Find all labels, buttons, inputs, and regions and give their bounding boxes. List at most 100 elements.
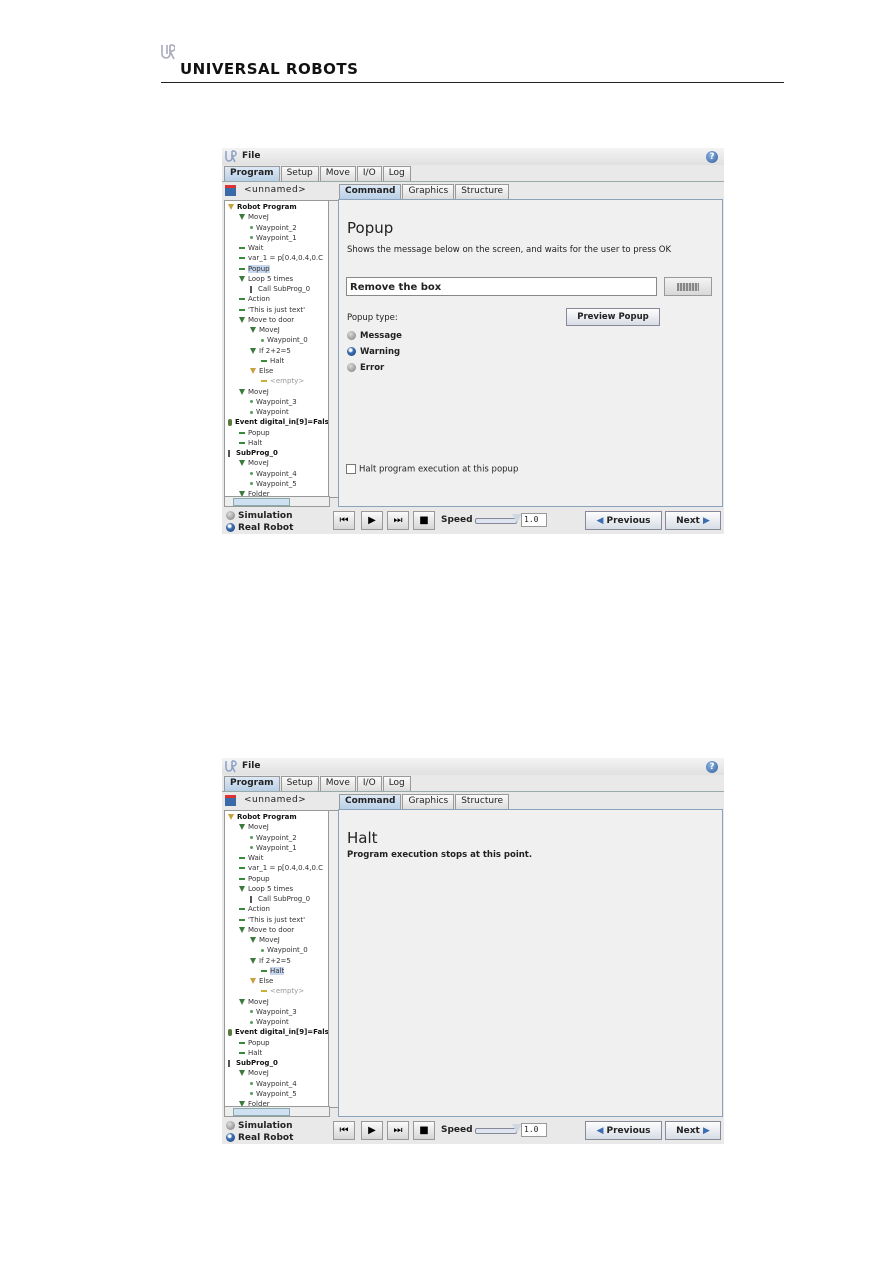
tree-item[interactable]: Action <box>239 294 270 304</box>
tree-item[interactable]: Move to door <box>239 925 294 935</box>
tree-item[interactable]: Loop 5 times <box>239 884 293 894</box>
tree-item[interactable]: Halt <box>239 438 262 448</box>
radio-error[interactable]: Error <box>347 363 384 373</box>
speed-slider[interactable] <box>475 518 517 524</box>
tree-item[interactable]: If 2+2=5 <box>250 346 291 356</box>
tree-item[interactable]: Action <box>239 904 270 914</box>
tree-item[interactable]: Popup <box>239 264 270 274</box>
radio-button-icon[interactable] <box>347 347 356 356</box>
radio-button-icon[interactable] <box>347 363 356 372</box>
radio-button-icon[interactable] <box>226 1133 235 1142</box>
tree-item[interactable]: Waypoint_4 <box>250 469 297 479</box>
tab-structure[interactable]: Structure <box>455 794 510 809</box>
tab-io[interactable]: I/O <box>356 166 382 181</box>
tree-item[interactable]: Waypoint <box>250 1017 289 1027</box>
radio-button-icon[interactable] <box>226 1121 235 1130</box>
tree-item[interactable]: Else <box>250 366 273 376</box>
radio-button-icon[interactable] <box>226 523 235 532</box>
tab-log[interactable]: Log <box>382 166 411 181</box>
help-icon[interactable]: ? <box>706 761 718 773</box>
stop-button[interactable]: ■ <box>413 1121 435 1140</box>
tree-item[interactable]: <empty> <box>261 376 304 386</box>
tree-item[interactable]: Wait <box>239 853 263 863</box>
tab-setup[interactable]: Setup <box>280 776 319 791</box>
speed-value[interactable]: 1.0 <box>521 1123 547 1137</box>
help-icon[interactable]: ? <box>706 151 718 163</box>
tree-item[interactable]: Halt <box>261 356 284 366</box>
tree-item[interactable]: Halt <box>261 966 285 976</box>
radio-button-icon[interactable] <box>347 331 356 340</box>
rewind-button[interactable]: ⏮ <box>333 511 355 530</box>
tree-item[interactable]: Move to door <box>239 315 294 325</box>
tree-item[interactable]: Waypoint_0 <box>261 945 308 955</box>
stop-button[interactable]: ■ <box>413 511 435 530</box>
tab-move[interactable]: Move <box>319 776 356 791</box>
tree-item[interactable]: Waypoint_5 <box>250 1089 297 1099</box>
tree-item[interactable]: MoveJ <box>250 935 280 945</box>
tree-item[interactable]: Waypoint_1 <box>250 843 297 853</box>
mode-simulation[interactable]: Simulation <box>226 511 293 521</box>
tab-structure[interactable]: Structure <box>455 184 510 199</box>
tree-item[interactable]: MoveJ <box>250 325 280 335</box>
tree-item[interactable]: Call SubProg_0 <box>250 894 310 904</box>
tree-item[interactable]: Waypoint_0 <box>261 335 308 345</box>
tree-item[interactable]: Else <box>250 976 273 986</box>
save-icon[interactable] <box>225 185 236 196</box>
next-button[interactable]: Next ▶ <box>665 1121 721 1140</box>
scrollbar-thumb[interactable] <box>233 498 290 506</box>
play-button[interactable]: ▶ <box>361 1121 383 1140</box>
step-button[interactable]: ⏭ <box>387 511 409 530</box>
tree-item[interactable]: Waypoint_4 <box>250 1079 297 1089</box>
preview-popup-button[interactable]: Preview Popup <box>566 308 660 326</box>
tab-setup[interactable]: Setup <box>280 166 319 181</box>
tree-item[interactable]: Call SubProg_0 <box>250 284 310 294</box>
tree-item[interactable]: Waypoint_1 <box>250 233 297 243</box>
tree-item[interactable]: Waypoint_3 <box>250 397 297 407</box>
speed-slider[interactable] <box>475 1128 517 1134</box>
tree-item[interactable]: Waypoint_2 <box>250 833 297 843</box>
save-icon[interactable] <box>225 795 236 806</box>
tree-item[interactable]: Event digital_in[9]=Fals <box>228 417 329 427</box>
tree-item[interactable]: MoveJ <box>239 822 269 832</box>
popup-message-input[interactable]: Remove the box <box>346 277 657 296</box>
halt-execution-checkbox[interactable]: Halt program execution at this popup <box>346 464 518 475</box>
play-button[interactable]: ▶ <box>361 511 383 530</box>
file-menu[interactable]: File <box>242 761 260 771</box>
tree-item[interactable]: Robot Program <box>228 202 297 212</box>
radio-button-icon[interactable] <box>226 511 235 520</box>
previous-button[interactable]: ◀ Previous <box>585 511 662 530</box>
tree-horizontal-scrollbar[interactable] <box>224 1106 330 1117</box>
tree-item[interactable]: Loop 5 times <box>239 274 293 284</box>
tree-item[interactable]: 'This is just text' <box>239 305 305 315</box>
tab-command[interactable]: Command <box>339 184 402 199</box>
file-menu[interactable]: File <box>242 151 260 161</box>
tree-item[interactable]: MoveJ <box>239 1068 269 1078</box>
tree-item[interactable]: Wait <box>239 243 263 253</box>
tab-program[interactable]: Program <box>224 166 280 181</box>
tab-command[interactable]: Command <box>339 794 402 809</box>
tab-graphics[interactable]: Graphics <box>402 184 455 199</box>
next-button[interactable]: Next ▶ <box>665 511 721 530</box>
tree-item[interactable]: SubProg_0 <box>228 1058 278 1068</box>
tree-item[interactable]: MoveJ <box>239 997 269 1007</box>
tab-io[interactable]: I/O <box>356 776 382 791</box>
tree-item[interactable]: MoveJ <box>239 212 269 222</box>
tree-item[interactable]: MoveJ <box>239 458 269 468</box>
rewind-button[interactable]: ⏮ <box>333 1121 355 1140</box>
mode-real-robot[interactable]: Real Robot <box>226 523 293 533</box>
tab-graphics[interactable]: Graphics <box>402 794 455 809</box>
checkbox-icon[interactable] <box>346 464 356 474</box>
tree-item[interactable]: MoveJ <box>239 387 269 397</box>
tree-item[interactable]: Waypoint_3 <box>250 1007 297 1017</box>
tree-item[interactable]: If 2+2=5 <box>250 956 291 966</box>
tree-item[interactable]: Waypoint <box>250 407 289 417</box>
previous-button[interactable]: ◀ Previous <box>585 1121 662 1140</box>
speed-value[interactable]: 1.0 <box>521 513 547 527</box>
tree-item[interactable]: var_1 = p[0.4,0.4,0.C <box>239 253 323 263</box>
tree-item[interactable]: Popup <box>239 428 270 438</box>
keyboard-button[interactable] <box>664 277 712 296</box>
tree-item[interactable]: Popup <box>239 874 270 884</box>
tree-item[interactable]: SubProg_0 <box>228 448 278 458</box>
tree-item[interactable]: Robot Program <box>228 812 297 822</box>
tab-log[interactable]: Log <box>382 776 411 791</box>
